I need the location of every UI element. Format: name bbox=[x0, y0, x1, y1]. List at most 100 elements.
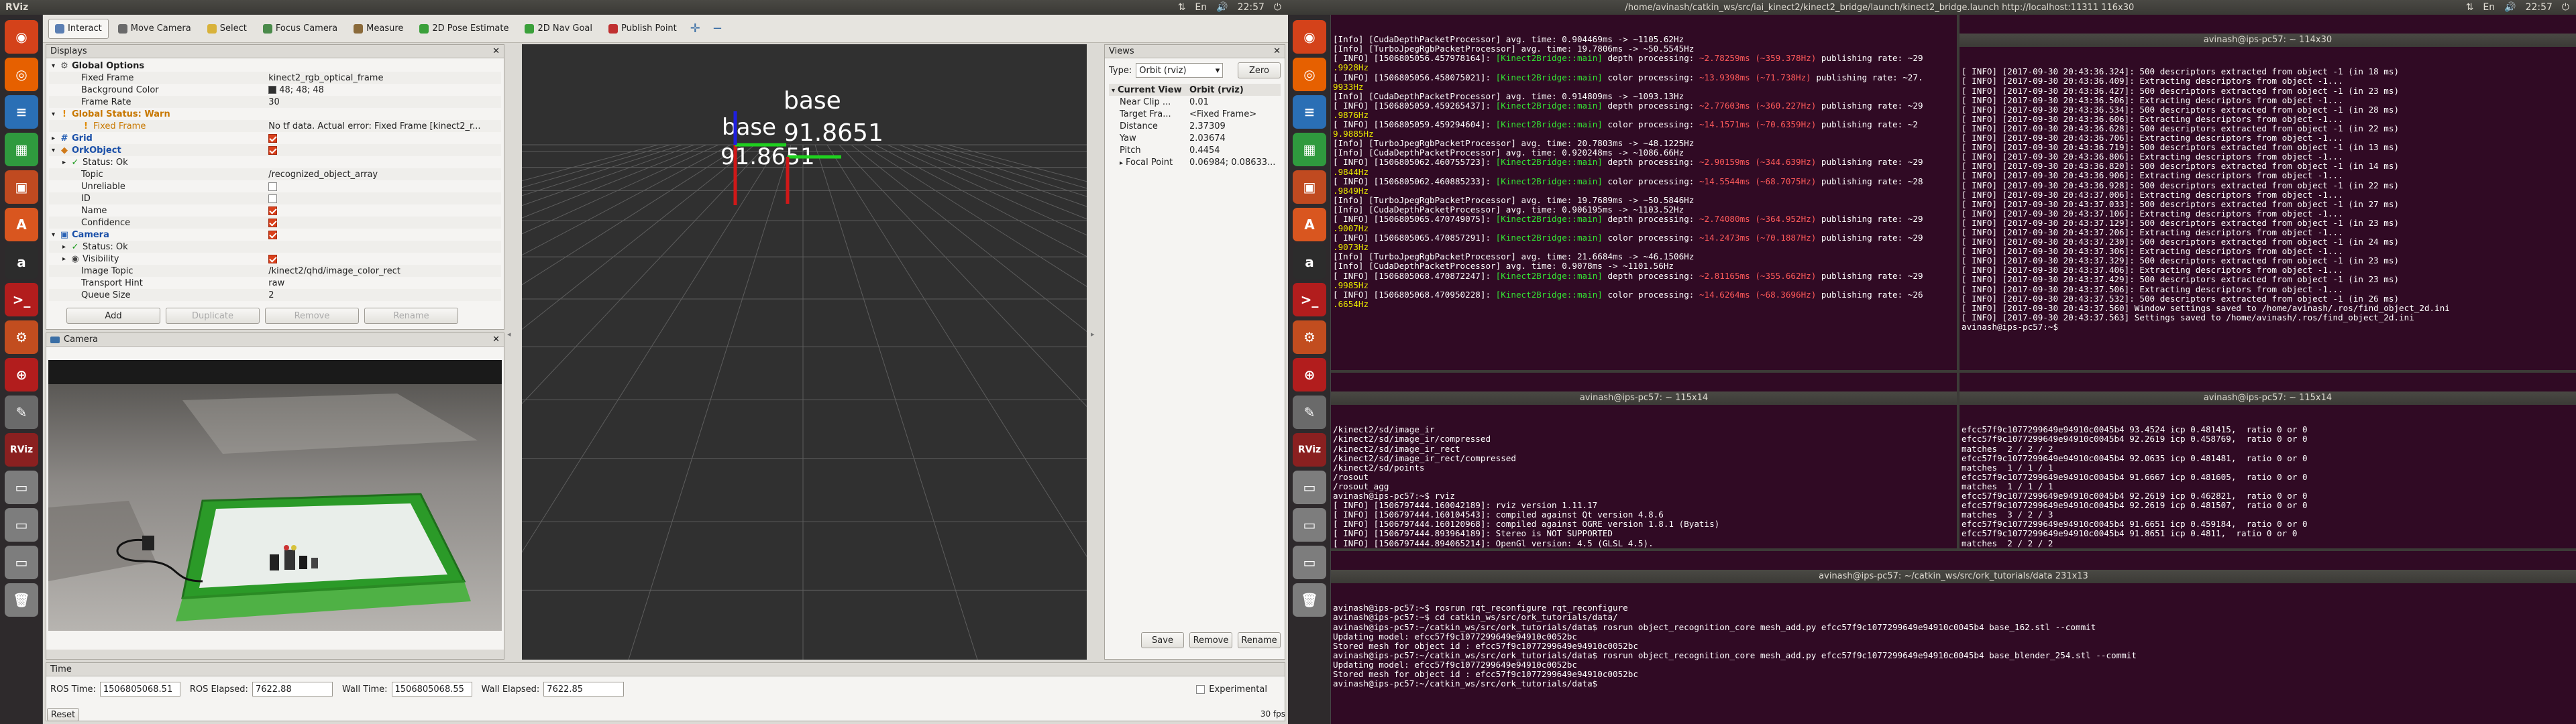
experimental-toggle[interactable]: Experimental bbox=[1196, 684, 1267, 695]
wall-time-field[interactable]: 1506805068.55 bbox=[391, 682, 472, 697]
tool-publish-point[interactable]: Publish Point bbox=[602, 19, 684, 39]
power-icon[interactable]: ⏻ bbox=[1274, 2, 1281, 13]
terminal-icon[interactable]: >_ bbox=[1293, 283, 1326, 316]
volume-icon[interactable]: 🔊 bbox=[2504, 2, 2516, 13]
display-checkbox[interactable] bbox=[268, 182, 278, 191]
camera-image[interactable] bbox=[48, 360, 502, 631]
drive2-icon[interactable]: ▭ bbox=[1293, 508, 1326, 542]
collapse-left-icon[interactable]: ◂ bbox=[507, 330, 511, 339]
settings-icon[interactable]: ⚙ bbox=[1293, 320, 1326, 354]
display-row[interactable]: Background Color 48; 48; 48 bbox=[49, 84, 501, 96]
rqt-icon[interactable]: ⊕ bbox=[5, 358, 38, 391]
display-row[interactable]: Unreliable bbox=[49, 180, 501, 192]
view-row[interactable]: ▸ Focal Point 0.06984; 0.08633... bbox=[1109, 156, 1281, 168]
3d-viewport[interactable]: base base 91.8651 91.8651 bbox=[519, 44, 1087, 660]
view-row[interactable]: Distance 2.37309 bbox=[1109, 120, 1281, 132]
rqt-icon[interactable]: ⊕ bbox=[1293, 358, 1326, 391]
experimental-checkbox[interactable] bbox=[1196, 684, 1205, 694]
collapse-right-icon[interactable]: ▸ bbox=[1091, 330, 1095, 339]
reset-button[interactable]: Reset bbox=[47, 708, 79, 721]
display-checkbox[interactable] bbox=[268, 133, 278, 143]
editor-icon[interactable]: ✎ bbox=[5, 396, 38, 429]
tool-2d-pose-estimate[interactable]: 2D Pose Estimate bbox=[413, 19, 515, 39]
ros-elapsed-field[interactable]: 7622.88 bbox=[252, 682, 333, 697]
display-row[interactable]: Fixed Frame kinect2_rgb_optical_frame bbox=[49, 72, 501, 84]
tool-select[interactable]: Select bbox=[201, 19, 254, 39]
display-row[interactable]: Topic/recognized_object_array bbox=[49, 168, 501, 180]
zero-button[interactable]: Zero bbox=[1238, 62, 1281, 78]
rviz-icon[interactable]: RViz bbox=[1293, 433, 1326, 467]
terminal-ork-data[interactable]: avinash@ips-pc57: ~/catkin_ws/src/ork_tu… bbox=[1331, 551, 2576, 724]
expand-down-icon[interactable]: ▾ bbox=[52, 147, 60, 154]
amazon-icon[interactable]: a bbox=[5, 245, 38, 279]
keyboard-icon[interactable]: En bbox=[1195, 2, 1207, 13]
view-type-select[interactable]: Orbit (rviz) ▾ bbox=[1136, 63, 1224, 78]
display-row[interactable]: Queue Size 2 bbox=[49, 289, 501, 301]
terminal-icon[interactable]: >_ bbox=[5, 283, 38, 316]
display-row[interactable]: Transport Hint raw bbox=[49, 277, 501, 289]
tool-measure[interactable]: Measure bbox=[347, 19, 410, 39]
close-icon[interactable]: ✕ bbox=[492, 335, 500, 345]
calc-icon[interactable]: ▦ bbox=[1293, 133, 1326, 166]
remove-display-button[interactable]: Remove bbox=[265, 308, 359, 324]
close-icon[interactable]: ✕ bbox=[1273, 46, 1281, 56]
drive3-icon[interactable]: ▭ bbox=[5, 546, 38, 579]
expand-right-icon[interactable]: ▸ bbox=[62, 255, 70, 263]
ubuntu-dash-icon[interactable]: ◉ bbox=[1293, 20, 1326, 54]
display-row[interactable]: Frame Rate 30 bbox=[49, 96, 501, 108]
clock[interactable]: 22:57 bbox=[1238, 2, 1265, 13]
impress-icon[interactable]: ▣ bbox=[1293, 170, 1326, 204]
terminal-kinect2-bridge[interactable]: [Info] [CudaDepthPacketProcessor] avg. t… bbox=[1331, 15, 1957, 370]
display-checkbox[interactable] bbox=[268, 230, 278, 239]
expand-right-icon[interactable]: ▸ bbox=[52, 135, 60, 142]
ubuntu-dash-icon[interactable]: ◉ bbox=[5, 20, 38, 54]
tool-interact[interactable]: Interact bbox=[48, 18, 109, 39]
display-row[interactable]: Name bbox=[49, 204, 501, 217]
display-checkbox[interactable] bbox=[268, 145, 278, 155]
network-icon[interactable]: ⇅ bbox=[2466, 2, 2474, 13]
view-row[interactable]: Pitch 0.4454 bbox=[1109, 144, 1281, 156]
display-row[interactable]: Confidence bbox=[49, 217, 501, 229]
expand-down-icon[interactable]: ▾ bbox=[52, 111, 60, 118]
display-row[interactable]: ▸ ✓ Status: Ok bbox=[49, 241, 501, 253]
drive2-icon[interactable]: ▭ bbox=[5, 508, 38, 542]
rename-display-button[interactable]: Rename bbox=[364, 308, 458, 324]
keyboard-icon[interactable]: En bbox=[2483, 2, 2495, 13]
volume-icon[interactable]: 🔊 bbox=[1216, 2, 1228, 13]
software-center-icon[interactable]: A bbox=[5, 208, 38, 241]
power-icon[interactable]: ⏻ bbox=[2562, 2, 2569, 13]
display-checkbox[interactable] bbox=[268, 194, 278, 203]
drive-icon[interactable]: ▭ bbox=[5, 471, 38, 504]
expand-down-icon[interactable]: ▾ bbox=[52, 62, 60, 70]
tool-move-camera[interactable]: Move Camera bbox=[111, 19, 198, 39]
save-view-button[interactable]: Save bbox=[1141, 632, 1184, 648]
close-icon[interactable]: ✕ bbox=[492, 46, 500, 56]
terminal-recognition[interactable]: avinash@ips-pc57: ~ 115x14 efcc57f9c1077… bbox=[1960, 373, 2576, 548]
expand-right-icon[interactable]: ▸ bbox=[62, 159, 70, 166]
terminal-rviz[interactable]: avinash@ips-pc57: ~ 115x14 /kinect2/sd/i… bbox=[1331, 373, 1957, 548]
display-row[interactable]: ! Fixed Frame No tf data. Actual error: Fi… bbox=[49, 120, 501, 132]
network-icon[interactable]: ⇅ bbox=[1178, 2, 1186, 13]
duplicate-display-button[interactable]: Duplicate bbox=[166, 308, 260, 324]
display-checkbox[interactable] bbox=[268, 218, 278, 227]
settings-icon[interactable]: ⚙ bbox=[5, 320, 38, 354]
rviz-icon[interactable]: RViz bbox=[5, 433, 38, 467]
minus-icon[interactable]: − bbox=[712, 21, 722, 36]
display-row[interactable]: ▾ ◆ OrkObject bbox=[49, 144, 501, 156]
expand-down-icon[interactable]: ▾ bbox=[52, 231, 60, 239]
display-row[interactable]: ▸ ✓ Status: Ok bbox=[49, 156, 501, 168]
amazon-icon[interactable]: a bbox=[1293, 245, 1326, 279]
drive3-icon[interactable]: ▭ bbox=[1293, 546, 1326, 579]
view-row[interactable]: Target Fra... <Fixed Frame> bbox=[1109, 108, 1281, 120]
clock-right[interactable]: 22:57 bbox=[2526, 2, 2553, 13]
firefox-icon[interactable]: ◎ bbox=[1293, 58, 1326, 91]
tool-2d-nav-goal[interactable]: 2D Nav Goal bbox=[518, 19, 599, 39]
add-display-button[interactable]: Add bbox=[66, 308, 160, 324]
tool-focus-camera[interactable]: Focus Camera bbox=[256, 19, 344, 39]
display-checkbox[interactable] bbox=[268, 254, 278, 263]
expand-right-icon[interactable]: ▸ bbox=[62, 243, 70, 251]
display-row[interactable]: ▾ ⚙ Global Options bbox=[49, 60, 501, 72]
rename-view-button[interactable]: Rename bbox=[1238, 632, 1281, 648]
display-row[interactable]: ▾! Global Status: Warn bbox=[49, 108, 501, 120]
calc-icon[interactable]: ▦ bbox=[5, 133, 38, 166]
